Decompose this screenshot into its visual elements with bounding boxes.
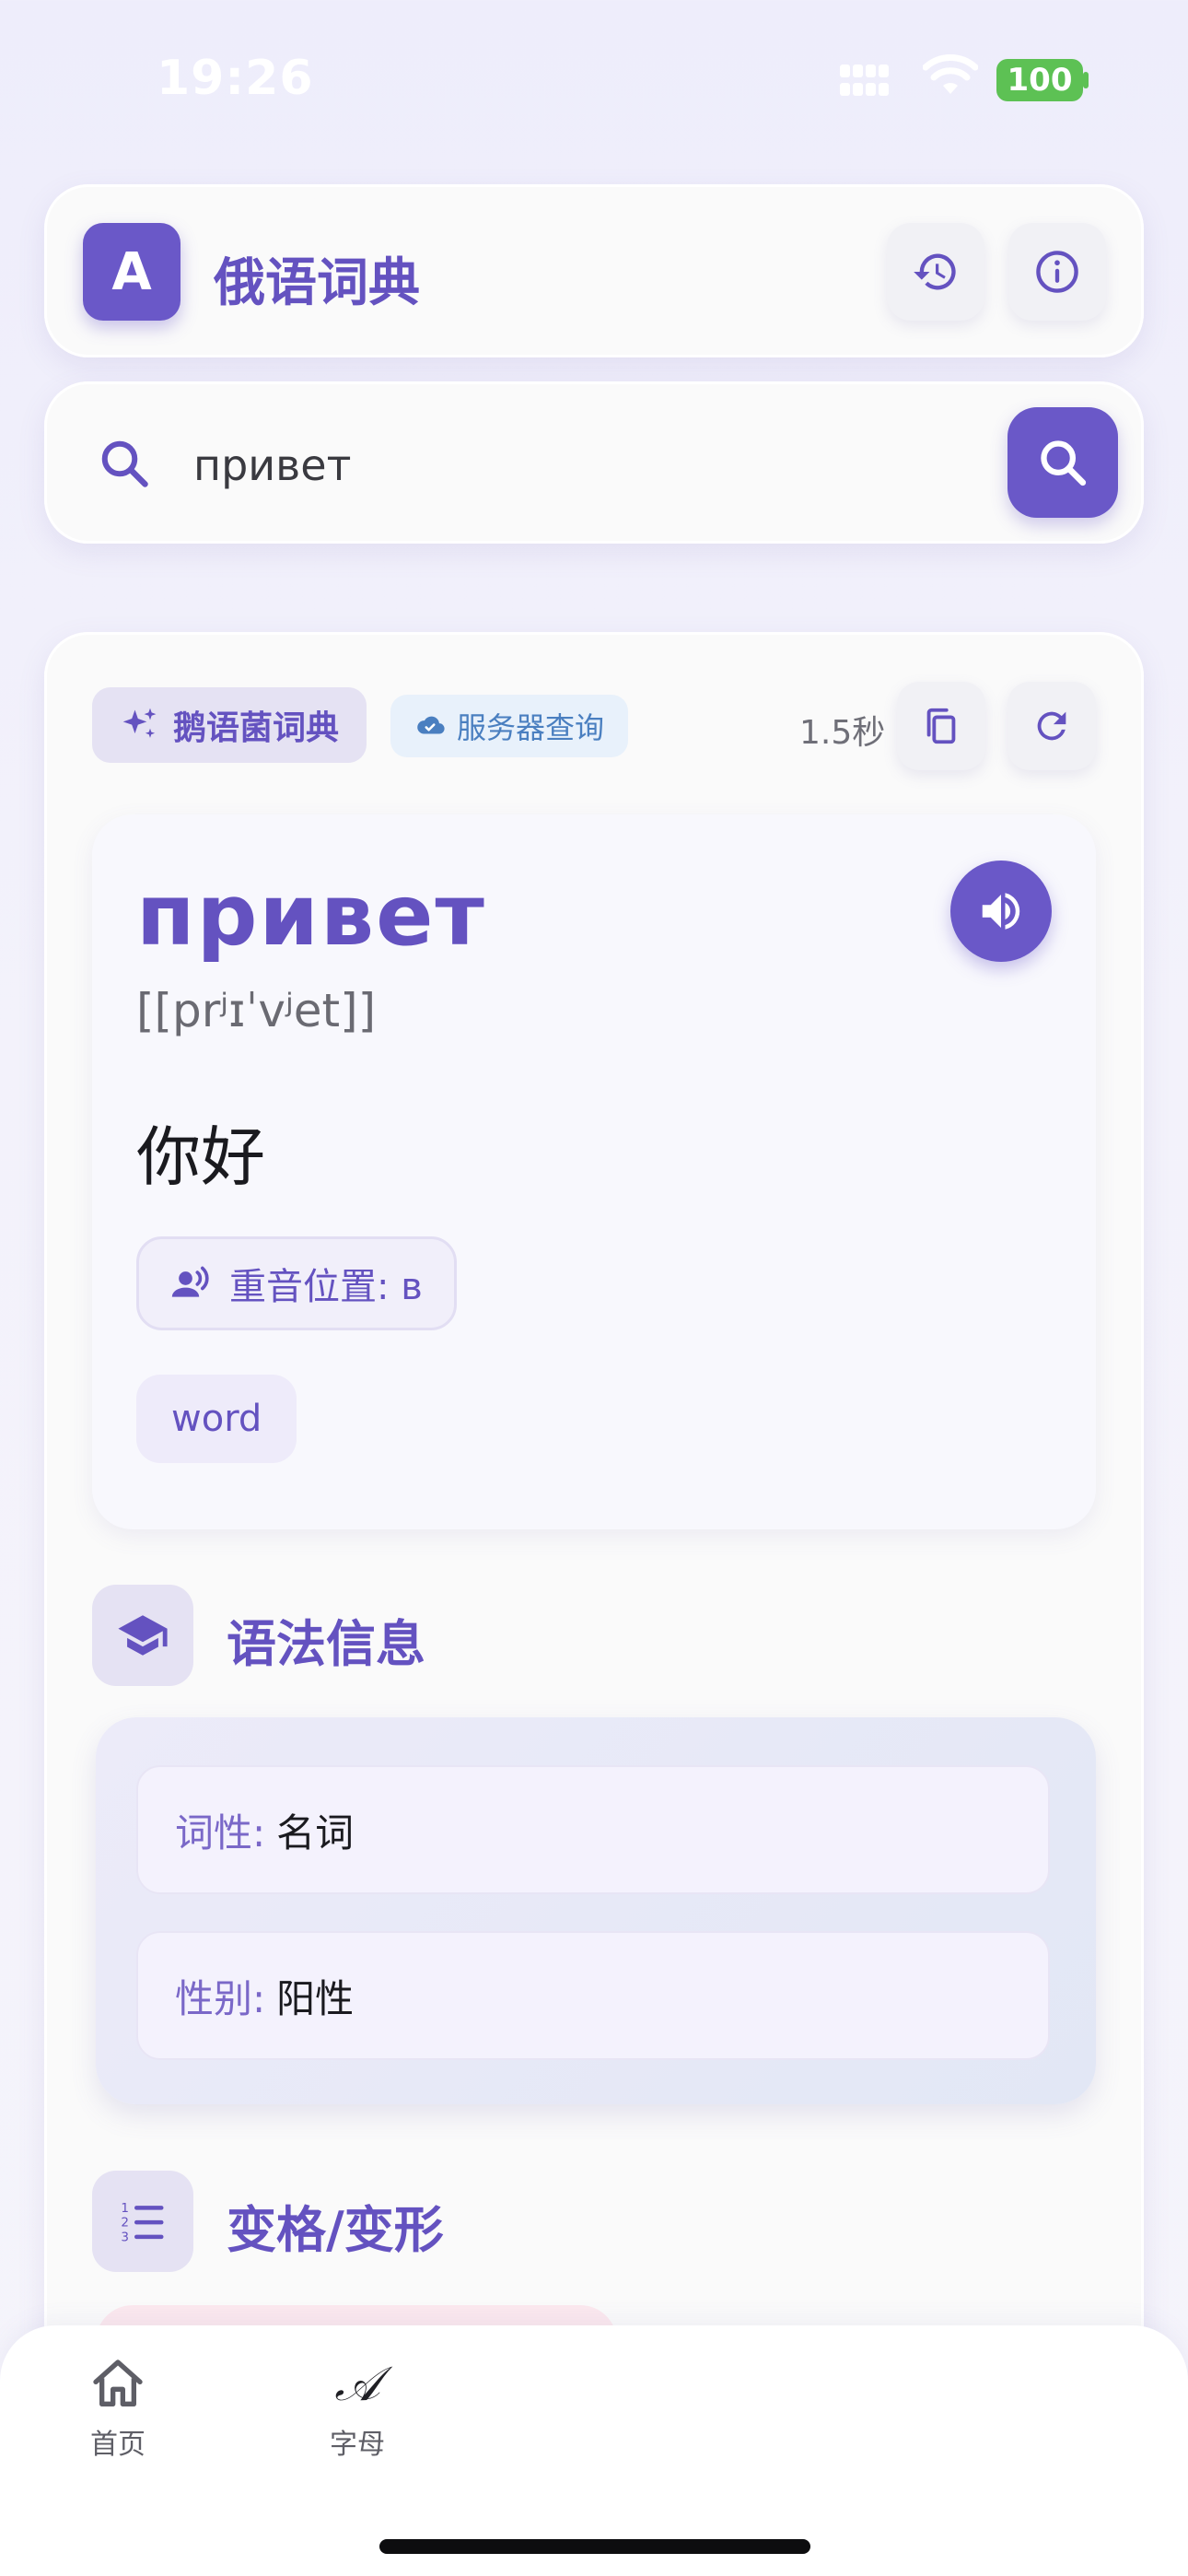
search-input[interactable]	[193, 426, 985, 505]
query-elapsed-time: 1.5秒	[799, 714, 886, 752]
nav-item-label: 字母	[330, 2429, 385, 2461]
svg-text:2: 2	[121, 2216, 129, 2231]
grammar-row-part-of-speech: 词性: 名词	[136, 1765, 1050, 1894]
headword: привет	[136, 866, 486, 965]
pronounce-button[interactable]	[950, 861, 1052, 962]
dictionary-source-label: 鹅语菌词典	[173, 709, 340, 747]
grammar-key: 性别:	[175, 1975, 266, 2021]
svg-text:1: 1	[121, 2201, 129, 2216]
info-icon	[1036, 251, 1078, 293]
copy-button[interactable]	[897, 682, 985, 770]
cloud-check-icon	[417, 716, 445, 734]
battery-icon: 100	[996, 59, 1083, 101]
speaker-icon	[982, 893, 1020, 930]
query-mode-label: 服务器查询	[457, 710, 605, 745]
stress-position-chip: 重音位置: в	[136, 1236, 457, 1330]
voice-person-icon	[171, 1266, 209, 1297]
search-button[interactable]	[1007, 407, 1118, 518]
copy-icon	[926, 708, 956, 744]
status-time: 19:26	[157, 51, 314, 106]
svg-text:3: 3	[121, 2230, 129, 2244]
grammar-row-gender: 性别: 阳性	[136, 1931, 1050, 2060]
grammar-value: 阳性	[276, 1975, 355, 2021]
stress-position-label: 重音位置: в	[229, 1266, 423, 1308]
info-button[interactable]	[1008, 223, 1106, 321]
nav-item-home[interactable]: 首页	[66, 2355, 169, 2462]
app-title: 俄语词典	[214, 253, 420, 313]
refresh-button[interactable]	[1007, 682, 1096, 770]
word-type-tag: word	[136, 1375, 297, 1463]
battery-cap	[1083, 72, 1089, 88]
signal-icon	[840, 64, 889, 98]
history-button[interactable]	[887, 223, 984, 321]
grammar-section-title: 语法信息	[227, 1615, 425, 1673]
grammar-section-icon	[92, 1585, 193, 1686]
grammar-value: 名词	[276, 1809, 355, 1856]
declension-section-title: 变格/变形	[227, 2201, 444, 2259]
home-icon	[93, 2359, 143, 2406]
wifi-icon	[923, 54, 978, 94]
graduation-cap-icon	[118, 1615, 168, 1656]
search-field-icon	[92, 431, 157, 496]
grammar-key: 词性:	[175, 1809, 266, 1856]
nav-item-label: 首页	[90, 2429, 146, 2461]
translation: 你好	[136, 1119, 265, 1195]
numbered-list-icon: 1 2 3	[121, 2201, 164, 2244]
declension-section-icon: 1 2 3	[92, 2171, 193, 2272]
script-a-icon: 𝒜	[334, 2357, 380, 2412]
nav-item-alphabet[interactable]: 𝒜 字母	[306, 2355, 409, 2462]
search-icon	[101, 440, 148, 487]
transcription: [[prʲɪˈvʲet]]	[136, 984, 377, 1037]
history-icon	[914, 253, 956, 290]
refresh-icon	[1037, 711, 1066, 741]
search-icon	[1041, 440, 1087, 486]
query-mode-chip: 服务器查询	[390, 695, 629, 757]
home-indicator	[379, 2539, 810, 2554]
dictionary-source-chip: 鹅语菌词典	[92, 687, 367, 763]
app-logo: A	[83, 223, 181, 321]
sparkle-icon	[122, 708, 157, 738]
